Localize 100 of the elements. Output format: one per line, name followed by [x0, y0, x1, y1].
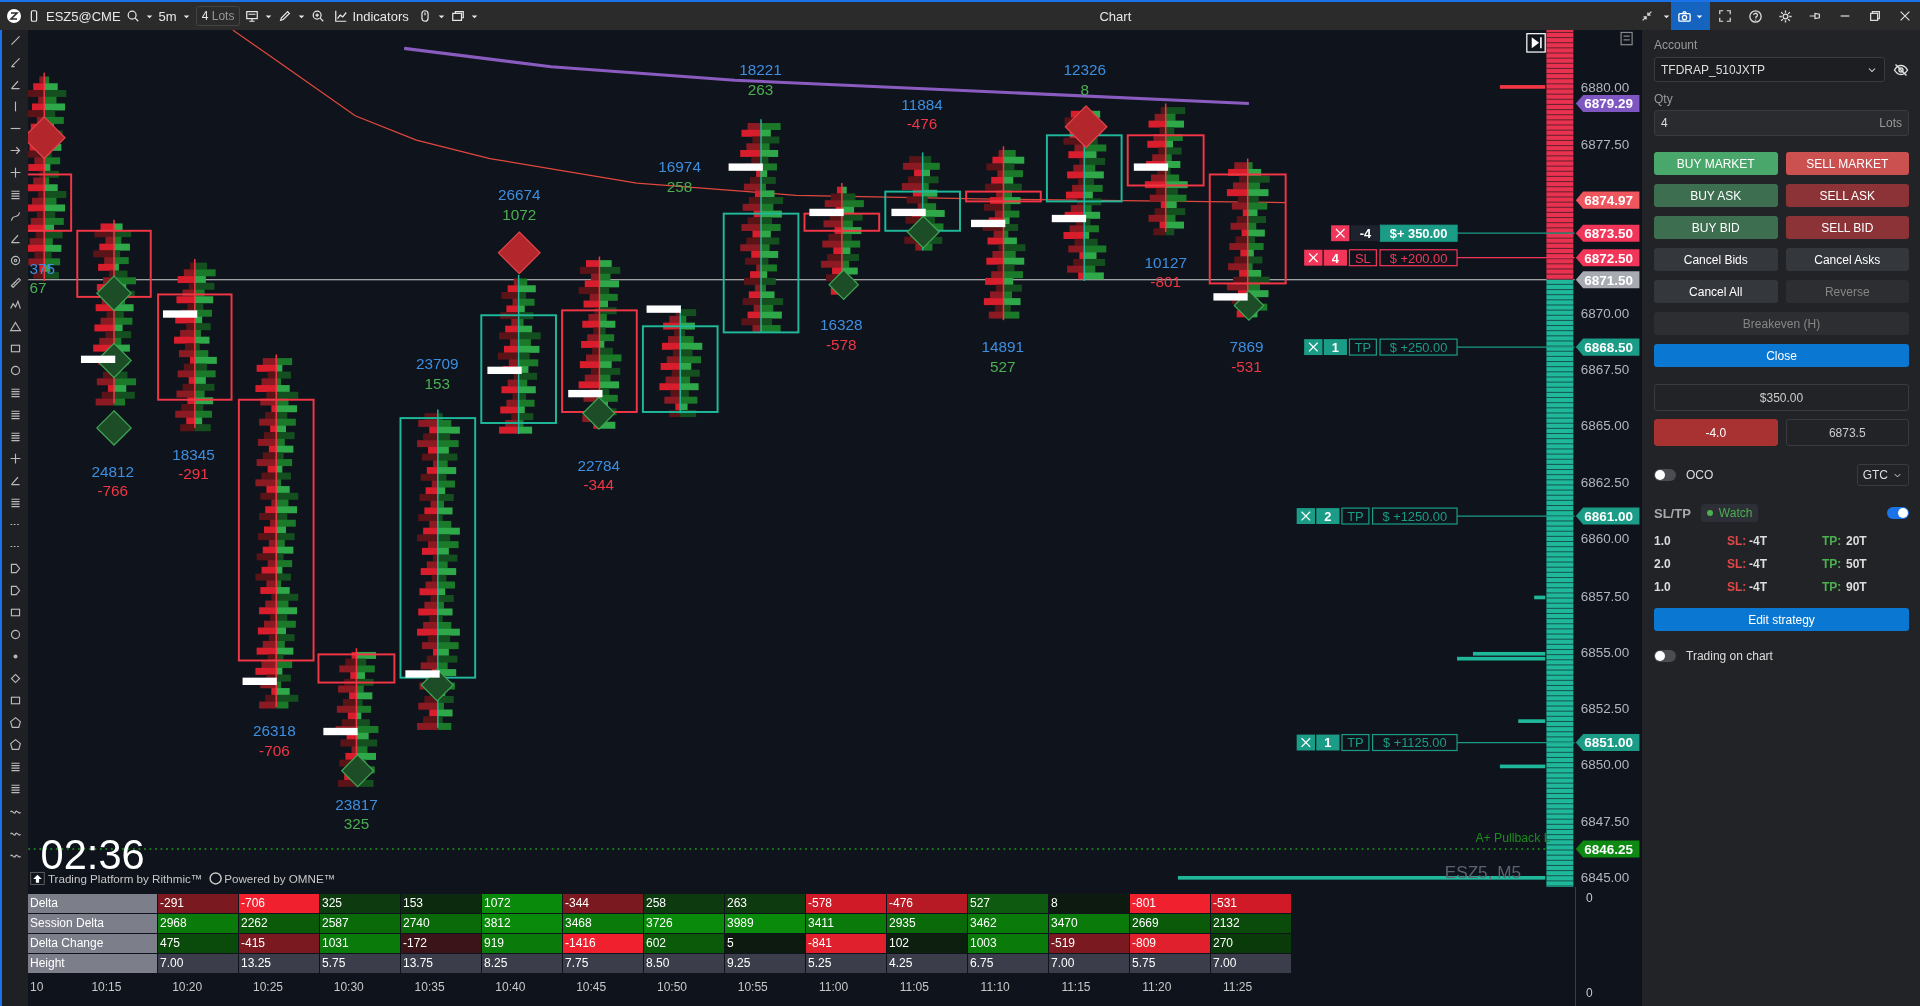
- eye-slash-icon[interactable]: [1893, 61, 1909, 78]
- pentagon-icon[interactable]: [8, 738, 22, 751]
- profit-tag: $ +200.00: [1379, 249, 1458, 267]
- quantity-tag[interactable]: 4: [1323, 249, 1347, 266]
- settings-icon[interactable]: [1777, 8, 1793, 24]
- axis-settings-icon[interactable]: [1620, 31, 1633, 46]
- bars-icon[interactable]: [8, 760, 22, 773]
- angle-icon[interactable]: [8, 78, 22, 91]
- price-tick-label: 6855.00: [1580, 644, 1630, 660]
- pencil-icon[interactable]: [278, 9, 293, 23]
- close-icon[interactable]: [1296, 734, 1316, 751]
- ray-icon[interactable]: [8, 56, 22, 69]
- account-dropdown[interactable]: TFDRAP_510JXTP: [1654, 57, 1885, 82]
- table-cell: 7.00: [158, 954, 238, 973]
- bars-icon[interactable]: [8, 408, 22, 421]
- close-icon[interactable]: [1296, 508, 1316, 524]
- monitor-icon[interactable]: [245, 9, 260, 23]
- quantity-label: 1.0: [1654, 580, 1672, 594]
- bars-icon[interactable]: [8, 782, 22, 795]
- logo-icon[interactable]: [6, 8, 22, 24]
- diamond-icon[interactable]: [8, 672, 22, 685]
- poc-marker: [971, 219, 1006, 228]
- angle-icon[interactable]: [8, 232, 22, 245]
- table-cell: 325: [320, 894, 400, 913]
- time-in-force-dropdown[interactable]: GTC: [1856, 464, 1909, 486]
- pattern-icon[interactable]: [8, 298, 22, 311]
- search-icon[interactable]: [125, 9, 140, 23]
- tag-icon[interactable]: [8, 562, 22, 575]
- tag-icon[interactable]: [8, 584, 22, 597]
- volume-label: 10127: [1144, 253, 1187, 271]
- time-label: 10: [30, 980, 44, 994]
- order-type-tag[interactable]: SL: [1348, 249, 1377, 267]
- symbol-selector[interactable]: ESZ5@CME: [46, 8, 121, 24]
- price-badge: 6846.25: [1575, 840, 1640, 858]
- camera-button[interactable]: [1671, 2, 1710, 30]
- order-type-tag[interactable]: TP: [1341, 733, 1370, 752]
- order-button[interactable]: BUY BID: [1654, 216, 1778, 239]
- close-icon[interactable]: [1898, 9, 1912, 23]
- quantity-tag[interactable]: -4: [1350, 225, 1381, 242]
- bars-icon[interactable]: [8, 496, 22, 509]
- toggle-switch[interactable]: [1654, 469, 1676, 481]
- expand-icon[interactable]: [1718, 9, 1732, 23]
- close-button[interactable]: Close: [1654, 344, 1909, 367]
- order-button[interactable]: BUY MARKET: [1654, 152, 1778, 175]
- table-cell: 153: [401, 894, 481, 913]
- bars-icon[interactable]: [8, 430, 22, 443]
- quantity-field[interactable]: 4 Lots: [1654, 110, 1909, 136]
- time-label: 10:30: [333, 980, 364, 994]
- crosshair-icon[interactable]: [8, 452, 22, 465]
- order-button[interactable]: Cancel All: [1654, 280, 1778, 303]
- restore-icon[interactable]: [1868, 9, 1882, 23]
- table-cell: -809: [1130, 934, 1210, 953]
- order-button[interactable]: Cancel Bids: [1654, 248, 1778, 271]
- scroll-to-end-icon[interactable]: [1526, 33, 1546, 53]
- arrow-icon[interactable]: [8, 144, 22, 157]
- target-icon[interactable]: [8, 254, 22, 267]
- quantity-tag[interactable]: 1: [1316, 734, 1340, 751]
- watch-badge[interactable]: Watch: [1700, 504, 1759, 522]
- pentagon-icon[interactable]: [8, 716, 22, 729]
- line-tool-icon[interactable]: [8, 34, 22, 47]
- ruler-icon[interactable]: [8, 276, 22, 289]
- indicators-button[interactable]: Indicators: [330, 8, 413, 24]
- rectangle-icon[interactable]: [8, 342, 22, 355]
- toggle-switch[interactable]: [1887, 507, 1909, 519]
- bars-icon[interactable]: [8, 386, 22, 399]
- take-profit-value: 90T: [1846, 580, 1868, 594]
- arrow-up-icon[interactable]: [30, 871, 45, 885]
- close-icon[interactable]: [1331, 225, 1350, 242]
- circle-icon[interactable]: [8, 628, 22, 641]
- help-icon[interactable]: [1747, 8, 1763, 24]
- collapse-icon[interactable]: [1640, 9, 1654, 23]
- order-button[interactable]: Cancel Asks: [1785, 248, 1909, 271]
- order-type-tag[interactable]: TP: [1341, 507, 1370, 525]
- edit-strategy-button[interactable]: Edit strategy: [1654, 608, 1909, 631]
- price-tick-label: 6850.00: [1580, 757, 1630, 773]
- bars-icon[interactable]: [8, 188, 22, 201]
- close-icon[interactable]: [1304, 339, 1323, 356]
- timeframe-selector[interactable]: 5m: [158, 8, 177, 24]
- order-button[interactable]: SELL ASK: [1785, 184, 1909, 207]
- rectangle-icon[interactable]: [8, 694, 22, 707]
- order-button[interactable]: SELL MARKET: [1785, 152, 1909, 175]
- close-icon[interactable]: [1304, 249, 1323, 266]
- toggle-switch[interactable]: [1654, 650, 1676, 662]
- table-cell: -1416: [563, 934, 643, 953]
- order-button[interactable]: SELL BID: [1785, 216, 1909, 239]
- curve-icon[interactable]: [8, 210, 22, 223]
- order-button[interactable]: BUY ASK: [1654, 184, 1778, 207]
- zoom-in-icon[interactable]: [311, 9, 326, 23]
- circle-icon[interactable]: [8, 364, 22, 377]
- angle-icon[interactable]: [8, 474, 22, 487]
- time-label: 11:25: [1223, 980, 1253, 994]
- quantity-tag[interactable]: 2: [1316, 508, 1340, 524]
- quantity-field[interactable]: 4 Lots: [195, 6, 241, 26]
- table-cell: 258: [644, 894, 724, 913]
- window-icon[interactable]: [450, 9, 465, 23]
- triangle-icon[interactable]: [8, 320, 22, 333]
- rectangle-icon[interactable]: [8, 606, 22, 619]
- quantity-tag[interactable]: 1: [1323, 339, 1347, 356]
- order-type-tag[interactable]: TP: [1348, 338, 1377, 356]
- crosshair-icon[interactable]: [8, 166, 22, 179]
